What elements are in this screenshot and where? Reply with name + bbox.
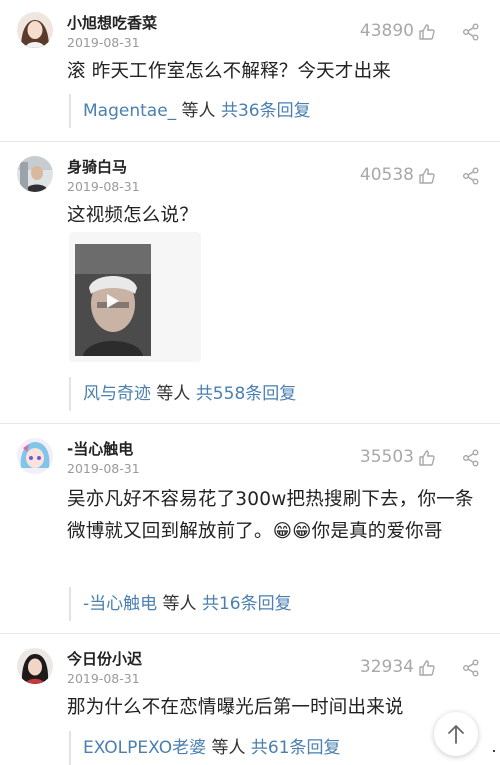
avatar[interactable] [17, 12, 53, 48]
like-count: 35503 [359, 447, 414, 467]
reply-connector: 等人 [176, 101, 221, 121]
like-count: 40538 [359, 165, 414, 185]
share-icon[interactable] [462, 167, 480, 185]
thumb-up-icon[interactable] [418, 167, 436, 185]
reply-summary[interactable]: -当心触电 等人 共16条回复 [69, 587, 489, 621]
avatar[interactable] [17, 156, 53, 192]
username[interactable]: 今日份小迟 [67, 648, 142, 669]
thumb-up-icon[interactable] [418, 23, 436, 41]
video-frame [75, 244, 151, 356]
arrow-up-icon [448, 725, 464, 744]
stray-dot [493, 750, 495, 752]
share-icon[interactable] [462, 659, 480, 677]
reply-username[interactable]: Magentae_ [83, 101, 176, 121]
divider [0, 633, 500, 634]
reply-connector: 等人 [206, 738, 251, 758]
reply-username[interactable]: -当心触电 [83, 594, 157, 614]
reply-summary[interactable]: 风与奇迹 等人 共558条回复 [69, 377, 489, 411]
play-icon[interactable] [107, 294, 119, 308]
comment-text: 滚 昨天工作室怎么不解释？今天才出来 [67, 61, 391, 82]
comment-text: 这视频怎么说？ [67, 205, 198, 226]
reply-count-link[interactable]: 共61条回复 [251, 738, 341, 758]
comment-date: 2019-08-31 [67, 671, 140, 686]
reply-connector: 等人 [157, 594, 202, 614]
comment-text: 那为什么不在恋情曝光后第一时间出来说 [67, 697, 404, 718]
avatar[interactable] [17, 648, 53, 684]
username[interactable]: -当心触电 [67, 438, 133, 459]
comment-date: 2019-08-31 [67, 461, 140, 476]
reply-connector: 等人 [151, 384, 196, 404]
avatar[interactable] [17, 438, 53, 474]
username[interactable]: 身骑白马 [67, 156, 127, 177]
thumb-up-icon[interactable] [418, 449, 436, 467]
divider [0, 141, 500, 142]
reply-summary[interactable]: Magentae_ 等人 共36条回复 [69, 94, 489, 128]
reply-count-link[interactable]: 共36条回复 [221, 101, 311, 121]
share-icon[interactable] [462, 449, 480, 467]
reply-count-link[interactable]: 共558条回复 [196, 384, 296, 404]
username[interactable]: 小旭想吃香菜 [67, 12, 157, 33]
share-icon[interactable] [462, 23, 480, 41]
thumb-up-icon[interactable] [418, 659, 436, 677]
like-count: 43890 [359, 21, 414, 41]
divider [0, 423, 500, 424]
reply-username[interactable]: EXOLPEXO老婆 [83, 738, 206, 758]
reply-count-link[interactable]: 共16条回复 [202, 594, 292, 614]
comment-text: 吴亦凡好不容易花了300w把热搜刷下去，你一条微博就又回到解放前了。😁😁你是真的… [67, 489, 474, 542]
like-count: 32934 [359, 657, 414, 677]
scroll-to-top-button[interactable] [434, 712, 478, 756]
video-thumbnail[interactable] [69, 232, 201, 362]
comment-date: 2019-08-31 [67, 35, 140, 50]
comment-date: 2019-08-31 [67, 179, 140, 194]
reply-username[interactable]: 风与奇迹 [83, 384, 151, 404]
